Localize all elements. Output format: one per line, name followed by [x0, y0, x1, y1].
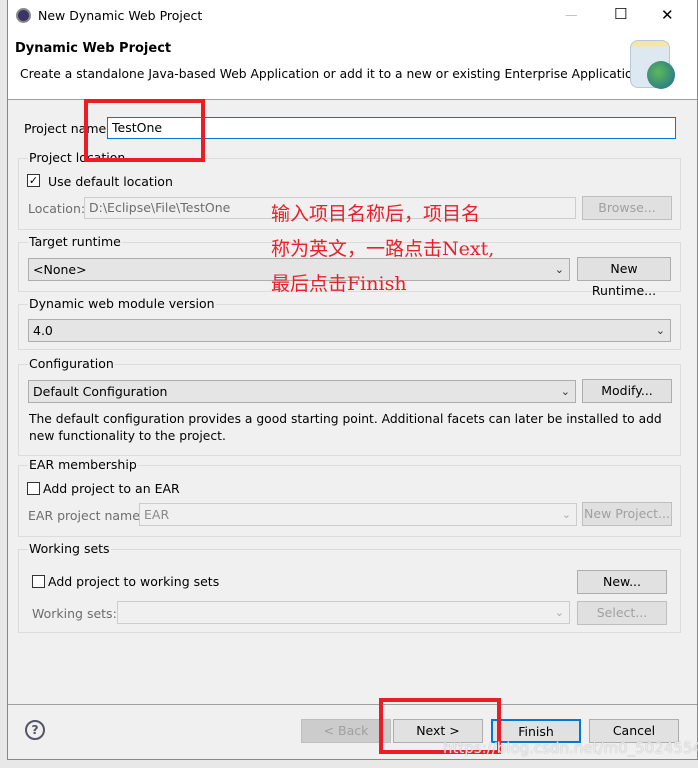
ear-membership-group: EAR membership Add project to an EAR EAR… — [18, 457, 681, 537]
close-button[interactable]: ✕ — [661, 6, 674, 24]
ear-project-name-label: EAR project name: — [28, 508, 145, 523]
annotation-line-3: 最后点击Finish — [271, 273, 407, 295]
web-project-jar-icon — [630, 40, 675, 89]
use-default-location-label: Use default location — [48, 174, 173, 189]
help-icon[interactable]: ? — [25, 720, 45, 740]
group-label: Working sets — [28, 541, 111, 556]
select-working-sets-button[interactable]: Select... — [577, 601, 667, 625]
chevron-down-icon: ⌄ — [560, 385, 570, 398]
add-to-working-sets-label: Add project to working sets — [48, 574, 220, 589]
chevron-down-icon: ⌄ — [655, 324, 665, 337]
add-to-working-sets-checkbox[interactable] — [32, 575, 45, 588]
new-working-set-button[interactable]: New... — [577, 570, 667, 594]
add-to-ear-label: Add project to an EAR — [43, 481, 180, 496]
configuration-group: Configuration Default Configuration ⌄ Mod… — [18, 356, 681, 456]
selected-value: 4.0 — [33, 323, 53, 338]
title-bar: New Dynamic Web Project — ☐ ✕ — [8, 0, 697, 32]
group-label: EAR membership — [28, 457, 138, 472]
configuration-select[interactable]: Default Configuration ⌄ — [28, 380, 576, 403]
ear-project-select[interactable]: EAR ⌄ — [139, 503, 577, 526]
module-version-group: Dynamic web module version 4.0 ⌄ — [18, 296, 681, 350]
modify-button[interactable]: Modify... — [582, 379, 672, 403]
group-label: Dynamic web module version — [28, 296, 216, 311]
use-default-location-checkbox[interactable]: ✓ — [27, 174, 40, 187]
maximize-button[interactable]: ☐ — [614, 5, 627, 23]
footer-separator — [8, 704, 697, 705]
annotation-line-2: 称为英文，一路点击Next, — [271, 238, 495, 260]
working-sets-select[interactable]: ⌄ — [117, 601, 570, 624]
minimize-button[interactable]: — — [565, 7, 578, 22]
working-sets-label: Working sets: — [32, 606, 117, 621]
back-button[interactable]: < Back — [301, 719, 391, 743]
annotation-line-1: 输入项目名称后，项目名 — [271, 203, 481, 225]
working-sets-group: Working sets Add project to working sets… — [18, 541, 681, 633]
new-project-button[interactable]: New Project... — [582, 502, 672, 526]
chevron-down-icon: ⌄ — [561, 508, 571, 521]
selected-value: Default Configuration — [33, 384, 168, 399]
window-title: New Dynamic Web Project — [38, 8, 203, 23]
browse-button[interactable]: Browse... — [582, 196, 672, 220]
wizard-header: Dynamic Web Project Create a standalone … — [8, 32, 697, 100]
annotation-box-project-name — [84, 99, 205, 162]
configuration-description: The default configuration provides a goo… — [29, 412, 662, 443]
module-version-select[interactable]: 4.0 ⌄ — [28, 319, 671, 342]
selected-value: <None> — [33, 262, 87, 277]
chevron-down-icon: ⌄ — [554, 263, 564, 276]
globe-icon — [647, 61, 675, 89]
watermark: https://blog.csdn.net/m0_50245541 — [443, 739, 698, 757]
selected-value: EAR — [144, 507, 170, 522]
eclipse-icon — [16, 8, 31, 23]
group-label: Target runtime — [28, 234, 122, 249]
add-to-ear-checkbox[interactable] — [27, 482, 40, 495]
chevron-down-icon: ⌄ — [554, 606, 564, 619]
group-label: Configuration — [28, 356, 115, 371]
page-description: Create a standalone Java-based Web Appli… — [20, 67, 645, 81]
page-title: Dynamic Web Project — [15, 41, 172, 56]
location-label: Location: — [28, 201, 86, 216]
new-runtime-button[interactable]: New Runtime... — [577, 257, 671, 298]
